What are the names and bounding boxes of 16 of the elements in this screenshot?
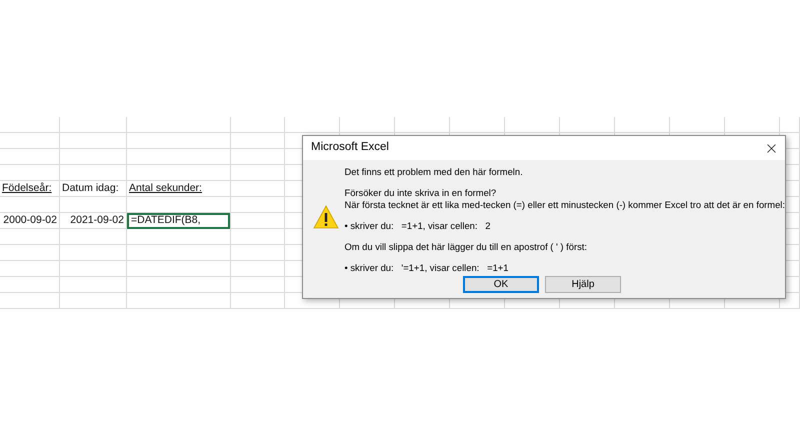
message-text: Om du vill slippa det här lägger du till en apostrof ( ' ) först: — [344, 241, 588, 253]
sheet-cell[interactable]: Datum idag: — [60, 181, 126, 197]
message-text: • skriver du: '=1+1, visar cellen: =1+1 — [344, 262, 510, 274]
sheet-cell[interactable]: =DATEDIF(B8, — [127, 213, 230, 229]
sheet-cell[interactable]: Födelseår: — [0, 181, 59, 197]
dialog-title: Microsoft Excel — [311, 140, 389, 156]
message-text: Försöker du inte skriva in en formel? — [344, 187, 498, 199]
sheet-cell[interactable]: Antal sekunder: — [127, 181, 230, 197]
dialog-button[interactable]: Hjälp — [545, 276, 621, 293]
sheet-cell[interactable]: 2021-09-02 — [60, 213, 126, 229]
message-text: • skriver du: =1+1, visar cellen: 2 — [344, 220, 492, 232]
dialog-button[interactable]: OK — [463, 276, 539, 293]
message-text: Det finns ett problem med den här formeln. — [344, 166, 524, 178]
warning-icon — [313, 205, 339, 229]
sheet-cell[interactable]: 2000-09-02 — [0, 213, 59, 229]
message-text: När första tecknet är ett lika med-tecken (=) eller ett minustecken (-) kommer Excel tro att det är en formel: — [344, 199, 785, 211]
